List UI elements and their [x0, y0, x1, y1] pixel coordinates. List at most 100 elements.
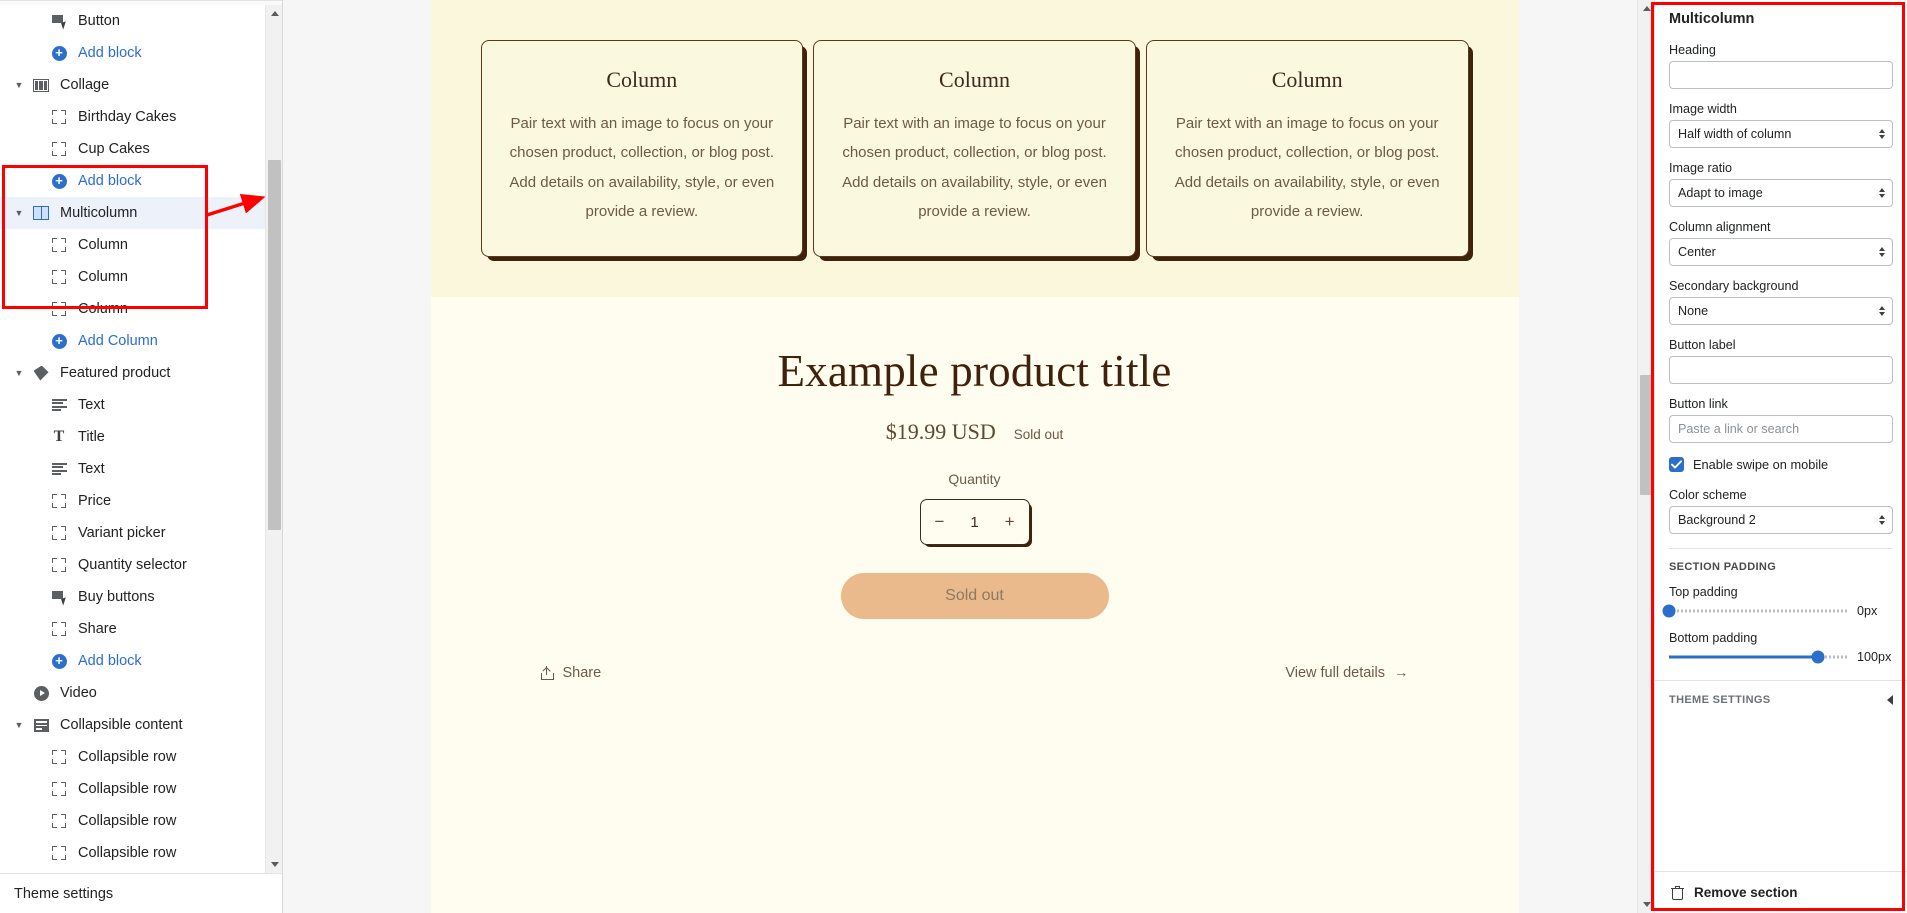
sidebar-item-button[interactable]: ▼Button: [0, 5, 282, 37]
quantity-decrement-button[interactable]: −: [935, 512, 945, 532]
field-heading: Heading: [1669, 43, 1893, 89]
caret-down-icon[interactable]: ▼: [10, 80, 28, 90]
preview-scrollbar-thumb[interactable]: [1640, 375, 1653, 495]
block-icon: [46, 494, 72, 508]
heading-input[interactable]: [1669, 61, 1893, 89]
block-icon: [46, 270, 72, 284]
field-top-padding: Top padding 0px: [1662, 585, 1893, 618]
image-width-select[interactable]: Half width of column: [1669, 120, 1893, 148]
sidebar-item-birthday-cakes[interactable]: ▼Birthday Cakes: [0, 101, 282, 133]
sidebar-item-collage[interactable]: ▼ Collage: [0, 69, 282, 101]
sidebar-item-add-block[interactable]: ▼+Add block: [0, 645, 282, 677]
preview-scroll-down-arrow-icon[interactable]: [1638, 896, 1655, 913]
sidebar-item-video[interactable]: ▼Video: [0, 677, 282, 709]
sidebar-item-collapsible-content[interactable]: ▼ Collapsible content: [0, 709, 282, 741]
view-full-details-link[interactable]: View full details →: [1285, 665, 1408, 681]
field-image-width: Image width Half width of column: [1669, 102, 1893, 148]
sidebar-item-label: Birthday Cakes: [78, 109, 177, 125]
multicolumn-card[interactable]: Column Pair text with an image to focus o…: [813, 40, 1136, 257]
quantity-stepper[interactable]: − 1 +: [919, 499, 1030, 545]
section-tree: ▼Button▼+Add block▼Collage▼Birthday Cake…: [0, 5, 282, 869]
quantity-increment-button[interactable]: +: [1005, 512, 1015, 532]
sidebar-item-price[interactable]: ▼Price: [0, 485, 282, 517]
sidebar-scroll-area[interactable]: ▼Button▼+Add block▼Collage▼Birthday Cake…: [0, 5, 282, 873]
bottom-padding-slider[interactable]: [1669, 650, 1848, 664]
scroll-down-arrow-icon[interactable]: [266, 856, 282, 873]
sidebar-item-multicolumn[interactable]: ▼ Multicolumn: [0, 197, 282, 229]
tag-icon: [28, 365, 54, 381]
sidebar-item-add-block[interactable]: ▼+Add block: [0, 37, 282, 69]
caret-down-icon[interactable]: ▼: [10, 720, 28, 730]
sidebar-item-text[interactable]: ▼Text: [0, 453, 282, 485]
bottom-padding-knob[interactable]: [1811, 650, 1825, 664]
quantity-value[interactable]: 1: [970, 514, 978, 531]
sidebar-item-label: Collapsible row: [78, 813, 177, 829]
top-padding-knob[interactable]: [1662, 604, 1676, 618]
secondary-background-select[interactable]: None: [1669, 297, 1893, 325]
multicolumn-card[interactable]: Column Pair text with an image to focus o…: [480, 40, 804, 257]
featured-product-section: Example product title $19.99 USD Sold ou…: [430, 297, 1519, 681]
sidebar-item-label: Cup Cakes: [78, 141, 150, 157]
theme-settings-expander[interactable]: THEME SETTINGS: [1655, 680, 1907, 719]
enable-swipe-label: Enable swipe on mobile: [1693, 457, 1829, 472]
select-arrows-icon: [1879, 247, 1885, 257]
scroll-up-arrow-icon[interactable]: [266, 5, 282, 22]
sidebar-item-featured-product[interactable]: ▼ Featured product: [0, 357, 282, 389]
button-label-input[interactable]: [1669, 356, 1893, 384]
cursor-icon: [46, 590, 72, 606]
enable-swipe-checkbox[interactable]: [1669, 457, 1684, 472]
share-button[interactable]: Share: [540, 665, 601, 681]
sidebar-item-label: Button: [78, 13, 120, 29]
sidebar-item-collapsible-row[interactable]: ▼Collapsible row: [0, 805, 282, 837]
trash-icon: [1671, 885, 1684, 900]
enable-swipe-row[interactable]: Enable swipe on mobile: [1669, 457, 1893, 472]
select-arrows-icon: [1879, 129, 1885, 139]
sidebar-item-quantity-selector[interactable]: ▼Quantity selector: [0, 549, 282, 581]
sidebar-item-add-column[interactable]: ▼+Add Column: [0, 325, 282, 357]
button-link-input[interactable]: Paste a link or search: [1669, 415, 1893, 443]
theme-settings-footer-button[interactable]: Theme settings: [0, 873, 282, 913]
multicolumn-row: Column Pair text with an image to focus o…: [431, 40, 1519, 257]
sidebar-item-title[interactable]: ▼TTitle: [0, 421, 282, 453]
sidebar-item-buy-buttons[interactable]: ▼Buy buttons: [0, 581, 282, 613]
image-ratio-label: Image ratio: [1669, 161, 1732, 175]
multicolumn-card[interactable]: Column Pair text with an image to focus o…: [1145, 40, 1469, 257]
bottom-padding-slider-row: 100px: [1669, 650, 1893, 664]
sidebar-item-cup-cakes[interactable]: ▼Cup Cakes: [0, 133, 282, 165]
caret-down-icon[interactable]: ▼: [10, 368, 28, 378]
sidebar-item-collapsible-row[interactable]: ▼Collapsible row: [0, 741, 282, 773]
sidebar-scrollbar[interactable]: [265, 5, 282, 873]
sidebar-item-column[interactable]: ▼Column: [0, 261, 282, 293]
sidebar-item-collapsible-row[interactable]: ▼Collapsible row: [0, 773, 282, 805]
remove-section-label: Remove section: [1694, 885, 1798, 900]
sidebar-scrollbar-thumb[interactable]: [268, 160, 281, 530]
sidebar-item-share[interactable]: ▼Share: [0, 613, 282, 645]
buy-button[interactable]: Sold out: [840, 573, 1109, 619]
color-scheme-select[interactable]: Background 2: [1669, 506, 1893, 534]
view-full-details-label: View full details: [1285, 665, 1385, 681]
sidebar-item-collapsible-row[interactable]: ▼Collapsible row: [0, 837, 282, 869]
image-ratio-select[interactable]: Adapt to image: [1669, 179, 1893, 207]
preview-scrollbar[interactable]: [1637, 0, 1654, 913]
sidebar-item-column[interactable]: ▼Column: [0, 229, 282, 261]
sidebar-item-variant-picker[interactable]: ▼Variant picker: [0, 517, 282, 549]
top-padding-slider[interactable]: [1662, 604, 1848, 618]
sidebar-item-text[interactable]: ▼Text: [0, 389, 282, 421]
multicolumn-section[interactable]: Column Pair text with an image to focus o…: [430, 0, 1519, 297]
sidebar-item-label: Column: [78, 301, 128, 317]
multicolumn-card-body: Pair text with an image to focus on your…: [1174, 115, 1440, 220]
multicolumn-card-body: Pair text with an image to focus on your…: [842, 115, 1107, 220]
caret-down-icon[interactable]: ▼: [10, 208, 28, 218]
settings-scroll-area[interactable]: Multicolumn Heading Image width Half wid…: [1655, 0, 1907, 871]
block-icon: [46, 750, 72, 764]
text-icon: [46, 399, 72, 411]
collapsible-icon: [28, 718, 54, 732]
sidebar-item-label: Collapsible content: [60, 717, 183, 733]
sidebar-item-column[interactable]: ▼Column: [0, 293, 282, 325]
settings-divider: [1669, 548, 1893, 549]
remove-section-button[interactable]: Remove section: [1655, 871, 1907, 913]
sidebar-item-add-block[interactable]: ▼+Add block: [0, 165, 282, 197]
preview-scroll-up-arrow-icon[interactable]: [1638, 0, 1655, 17]
sidebar-item-label: Share: [78, 621, 117, 637]
column-alignment-select[interactable]: Center: [1669, 238, 1893, 266]
